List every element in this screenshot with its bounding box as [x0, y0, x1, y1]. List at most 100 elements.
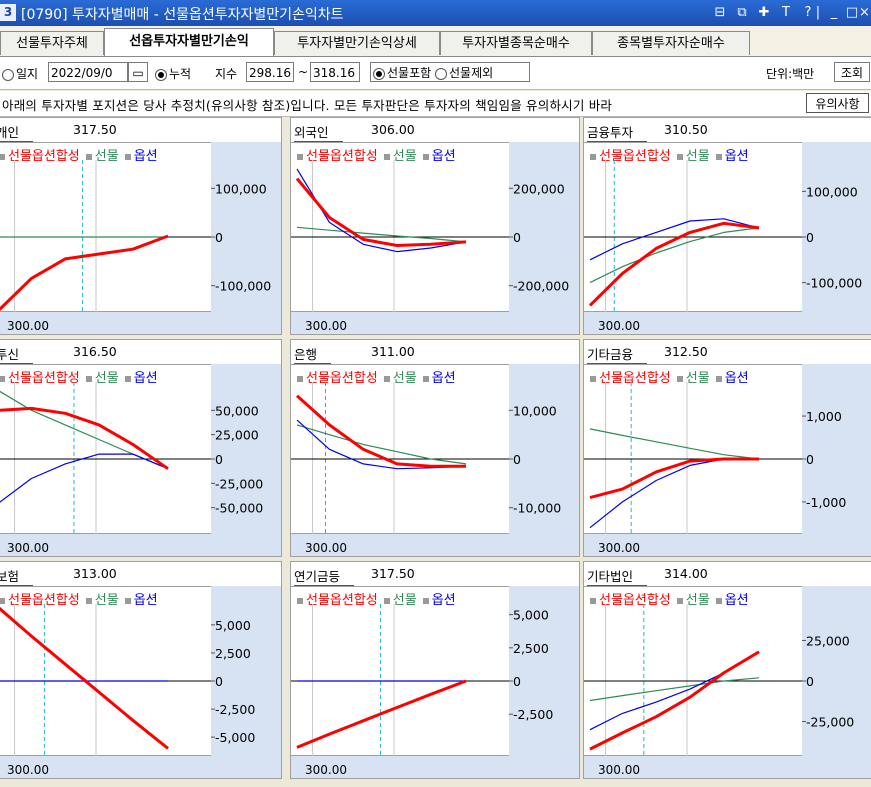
panel-breakeven-value: 313.00 [73, 566, 117, 581]
series-line-options [589, 458, 759, 529]
panel-plot: 300.00 선물옵션합성 선물 옵션 5,000 2,500 0 -2,500 -5,000 [0, 586, 281, 778]
y-tick-label: -2,500 [513, 707, 553, 722]
y-tick-label: 0 [215, 452, 223, 467]
query-button[interactable]: 조회 [834, 62, 870, 82]
panel-investor-name: 투신 [0, 344, 34, 364]
daily-label: 일지 [16, 67, 39, 81]
date-input[interactable]: 2022/09/0 [48, 62, 128, 82]
pnl-chart: 100,000 0 -100,000 [0, 160, 271, 312]
app-badge: 3 [0, 4, 16, 21]
series-line-options [296, 419, 467, 470]
panel-header: 투신 316.50 [0, 340, 281, 365]
index-from-input[interactable]: 298.16 [246, 62, 294, 82]
y-tick-label: 100,000 [215, 181, 267, 196]
panel-plot: 300.00 선물옵션합성 선물 옵션 200,000 0 -200,000 [291, 142, 579, 334]
panel-investor-name: 보험 [0, 566, 34, 586]
panel-plot: 300.00 선물옵션합성 선물 옵션 50,000 25,000 0 -25,000 -50,… [0, 364, 281, 556]
cumulative-radio[interactable]: 누적 [155, 65, 191, 82]
panel-breakeven-value: 312.50 [664, 344, 708, 359]
notice-button[interactable]: 유의사항 [806, 93, 869, 113]
panel-header: 개인 317.50 [0, 118, 281, 143]
futures-option-group: 선물포함 선물제외 [370, 62, 530, 82]
futures-exclude-radio[interactable]: 선물제외 [435, 66, 493, 80]
notice-bar: 아래의 투자자별 포지션은 당사 추정치(유의사항 참조)입니다. 모든 투자판… [0, 91, 871, 117]
series-line-combined [295, 394, 466, 468]
daily-radio-icon [2, 68, 14, 81]
panel-header: 기타법인 314.00 [584, 562, 871, 587]
y-tick-label: -100,000 [806, 276, 862, 291]
y-tick-label: -10,000 [513, 501, 561, 516]
y-tick-label: 25,000 [215, 428, 259, 443]
y-tick-label: 100,000 [806, 184, 858, 199]
y-tick-label: 10,000 [513, 403, 557, 418]
tab-expiry-pnl-by-investor[interactable]: 선옵투자자별만기손익 [104, 28, 274, 56]
panel-plot: 300.00 선물옵션합성 선물 옵션 25,000 0 -25,000 [584, 586, 871, 778]
panel-breakeven-value: 310.50 [664, 122, 708, 137]
series-line-futures [589, 428, 760, 460]
y-tick-label: -100,000 [215, 279, 271, 294]
tab-symbol-net-buy[interactable]: 종목별투자자순매수 [592, 31, 750, 55]
series-line-combined [589, 650, 760, 751]
panel-investor-name: 연기금등 [294, 566, 355, 586]
index-to-input[interactable]: 318.16 [310, 62, 360, 82]
panel-breakeven-value: 316.50 [73, 344, 117, 359]
panel-investor-name: 은행 [294, 344, 332, 364]
futures-include-radio[interactable]: 선물포함 [373, 66, 431, 80]
investor-panel: 기타법인 314.00 300.00 선물옵션합성 선물 옵션 25,000 0 -25,000 [583, 561, 871, 779]
pnl-chart: 25,000 0 -25,000 [584, 604, 854, 756]
panel-plot: 300.00 선물옵션합성 선물 옵션 1,000 0 -1,000 [584, 364, 871, 556]
tab-investor-net-buy[interactable]: 투자자별종목순매수 [440, 31, 592, 55]
tab-futures-investor[interactable]: 선물투자주체 [0, 31, 104, 55]
pnl-chart: 200,000 0 -200,000 [291, 160, 569, 312]
panel-breakeven-value: 306.00 [371, 122, 415, 137]
series-line-futures [589, 227, 760, 284]
notice-text: 아래의 투자자별 포지션은 당사 추정치(유의사항 참조)입니다. 모든 투자판… [2, 98, 613, 113]
y-tick-label: -5,000 [215, 730, 255, 745]
cumulative-label: 누적 [169, 67, 192, 81]
daily-radio[interactable]: 일지 [2, 65, 38, 82]
investor-panel: 금융투자 310.50 300.00 선물옵션합성 선물 옵션 100,000 0 -100,0… [583, 117, 871, 335]
y-tick-label: -50,000 [215, 501, 263, 516]
y-tick-label: -2,500 [215, 702, 255, 717]
panel-header: 외국인 306.00 [291, 118, 579, 143]
y-tick-label: -25,000 [806, 715, 854, 730]
y-tick-label: 200,000 [513, 181, 565, 196]
panel-investor-name: 금융투자 [587, 122, 648, 142]
pnl-chart: 5,000 2,500 0 -2,500 -5,000 [0, 604, 255, 756]
pnl-chart: 10,000 0 -10,000 [291, 382, 561, 534]
investor-panel: 은행 311.00 300.00 선물옵션합성 선물 옵션 10,000 0 -10,000 [290, 339, 580, 557]
filter-bar: 일지 2022/09/0 ▭ 누적 지수 298.16 ~ 318.16 선물포… [0, 57, 871, 90]
futures-include-label: 선물포함 [387, 66, 432, 80]
series-line-futures [0, 390, 169, 470]
index-label: 지수 [215, 67, 238, 81]
y-tick-label: 25,000 [806, 633, 850, 648]
series-line-futures [296, 226, 467, 243]
y-tick-label: 5,000 [513, 608, 549, 623]
panel-investor-name: 외국인 [294, 122, 343, 142]
minimize-icon[interactable]: _ [825, 3, 843, 22]
y-tick-label: 2,500 [513, 641, 549, 656]
pnl-chart: 100,000 0 -100,000 [584, 160, 862, 312]
series-line-combined [588, 221, 760, 307]
new-window-icon[interactable]: ⧉ [733, 3, 751, 22]
y-tick-label: 0 [806, 674, 814, 689]
y-tick-label: -1,000 [806, 495, 846, 510]
series-line-combined [295, 177, 467, 247]
panel-plot: 300.00 선물옵션합성 선물 옵션 5,000 2,500 0 -2,500 [291, 586, 579, 778]
title-bar: 3 [0790] 투자자별매매 - 선물옵션투자자별만기손익차트 ⊟ ⧉ ✚ T… [0, 0, 871, 26]
close-icon[interactable]: × [858, 3, 871, 22]
calendar-icon[interactable]: ▭ [128, 62, 148, 82]
y-tick-label: 0 [215, 230, 223, 245]
y-tick-label: -25,000 [215, 476, 263, 491]
y-tick-label: 5,000 [215, 618, 251, 633]
pin-icon[interactable]: ✚ [755, 3, 773, 22]
split-view-icon[interactable]: ⊟ [711, 3, 729, 22]
font-size-icon[interactable]: T [777, 3, 795, 22]
unit-label: 단위:백만 [766, 67, 815, 81]
panel-plot: 300.00 선물옵션합성 선물 옵션 100,000 0 -100,000 [584, 142, 871, 334]
pnl-chart: 50,000 25,000 0 -25,000 -50,000 [0, 382, 263, 534]
y-tick-label: 0 [513, 674, 521, 689]
tab-expiry-pnl-detail[interactable]: 투자자별만기손익상세 [274, 31, 440, 55]
panel-investor-name: 개인 [0, 122, 34, 142]
y-tick-label: 0 [215, 674, 223, 689]
